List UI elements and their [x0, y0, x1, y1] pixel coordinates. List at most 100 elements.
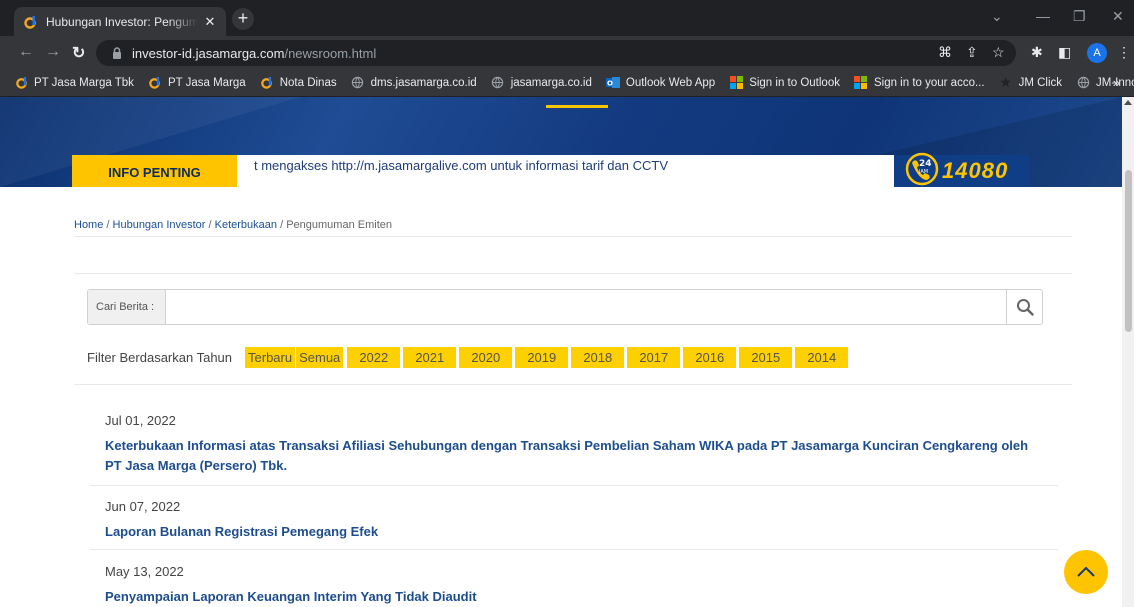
bookmarks-overflow-icon[interactable]: »	[1113, 75, 1120, 90]
filter-year[interactable]: 2019	[515, 347, 569, 368]
search-icon	[1016, 299, 1034, 316]
search-input[interactable]	[167, 290, 1007, 324]
forward-icon[interactable]: →	[45, 43, 61, 61]
news-date: Jul 01, 2022	[105, 413, 176, 428]
breadcrumb-disclosure[interactable]: Keterbukaan	[215, 219, 277, 231]
extensions-icon[interactable]: ✱	[1031, 44, 1043, 61]
news-search: Cari Berita :	[87, 289, 1043, 325]
translate-icon[interactable]: ⌘	[938, 44, 952, 61]
bookmark-item[interactable]: PT Jasa Marga Tbk	[14, 76, 134, 90]
tab-close-icon[interactable]: ✕	[202, 14, 218, 30]
reload-icon[interactable]: ↻	[72, 43, 85, 63]
filter-year[interactable]: 2016	[683, 347, 737, 368]
bookmark-item[interactable]: JM-Innov	[1076, 76, 1134, 90]
filter-year[interactable]: 2018	[571, 347, 625, 368]
bookmark-item[interactable]: ★ JM Click	[999, 74, 1063, 90]
tab-title: Hubungan Investor: Pengumuman	[46, 14, 198, 29]
year-filter: Filter Berdasarkan Tahun Terbaru Semua 2…	[87, 347, 851, 368]
breadcrumb-home[interactable]: Home	[74, 219, 103, 231]
bookmark-label: Nota Dinas	[279, 76, 337, 89]
divider	[74, 273, 1072, 274]
breadcrumb-current: Pengumuman Emiten	[286, 219, 392, 231]
bookmark-item[interactable]: O Outlook Web App	[605, 76, 716, 90]
bookmark-label: Sign in to your acco...	[873, 76, 985, 89]
restore-icon[interactable]: ❐	[1073, 8, 1086, 25]
bookmark-label: dms.jasamarga.co.id	[370, 76, 477, 89]
share-icon[interactable]: ⇪	[966, 44, 978, 61]
filter-year[interactable]: 2017	[627, 347, 681, 368]
side-panel-icon[interactable]: ◧	[1058, 44, 1071, 61]
filter-year[interactable]: 2015	[739, 347, 793, 368]
outlook-icon: O	[605, 76, 620, 90]
filter-latest[interactable]: Terbaru	[245, 347, 296, 368]
star-icon: ★	[999, 74, 1012, 90]
hotline-badge[interactable]: 24 JAM 14080	[894, 152, 1030, 187]
back-to-top-button[interactable]	[1064, 550, 1108, 594]
bookmark-label: PT Jasa Marga Tbk	[34, 76, 134, 89]
jasamarga-favicon-icon	[22, 14, 38, 30]
menu-kebab-icon[interactable]: ⋮	[1117, 44, 1131, 61]
page-viewport: INFO PENTING t mengakses http://m.jasama…	[0, 97, 1122, 607]
divider	[90, 485, 1058, 486]
bookmark-label: JM Click	[1018, 76, 1063, 89]
url-path: /newsroom.html	[284, 45, 377, 61]
filter-year[interactable]: 2020	[459, 347, 513, 368]
jasamarga-logo-icon	[148, 76, 162, 90]
news-title-link[interactable]: Laporan Bulanan Registrasi Pemegang Efek	[105, 522, 1045, 542]
bookmark-item[interactable]: Nota Dinas	[260, 76, 337, 90]
bookmark-item[interactable]: Sign in to Outlook	[729, 76, 840, 90]
chevron-up-icon	[1077, 566, 1095, 577]
url-host: investor-id.jasamarga.com	[132, 45, 285, 61]
jasamarga-logo-icon	[14, 76, 28, 90]
news-item: Jun 07, 2022 Laporan Bulanan Registrasi …	[105, 499, 1045, 542]
filter-all[interactable]: Semua	[296, 347, 344, 368]
info-marquee-text[interactable]: t mengakses http://m.jasamargalive.com u…	[254, 158, 668, 173]
microsoft-icon	[854, 76, 868, 90]
bookmark-label: Sign in to Outlook	[749, 76, 840, 89]
filter-year[interactable]: 2014	[795, 347, 849, 368]
filter-year[interactable]: 2022	[347, 347, 401, 368]
tab-search-icon[interactable]: ⌄	[991, 8, 1003, 25]
filter-year[interactable]: 2021	[403, 347, 457, 368]
globe-icon	[491, 76, 505, 90]
svg-text:JAM: JAM	[918, 169, 928, 175]
minimize-icon[interactable]: —	[1036, 8, 1050, 24]
news-title-link[interactable]: Penyampaian Laporan Keuangan Interim Yan…	[105, 587, 1045, 607]
back-icon[interactable]: ←	[18, 43, 34, 61]
svg-text:O: O	[607, 80, 613, 88]
bookmark-label: Outlook Web App	[625, 76, 716, 89]
news-date: Jun 07, 2022	[105, 499, 181, 514]
svg-text:24: 24	[919, 159, 932, 169]
filter-label: Filter Berdasarkan Tahun	[87, 350, 233, 365]
browser-tab[interactable]: Hubungan Investor: Pengumuman ✕	[14, 7, 226, 36]
bookmark-item[interactable]: dms.jasamarga.co.id	[351, 76, 477, 90]
hero-banner: INFO PENTING t mengakses http://m.jasama…	[0, 97, 1122, 187]
bookmark-star-icon[interactable]: ☆	[992, 44, 1005, 61]
search-button[interactable]	[1006, 290, 1042, 324]
phone-24h-icon: 24 JAM	[905, 152, 939, 186]
breadcrumb-investor[interactable]: Hubungan Investor	[113, 219, 206, 231]
bookmark-item[interactable]: PT Jasa Marga	[148, 76, 246, 90]
bookmark-item[interactable]: jasamarga.co.id	[491, 76, 592, 90]
news-title-link[interactable]: Keterbukaan Informasi atas Transaksi Afi…	[105, 436, 1045, 476]
news-item: May 13, 2022 Penyampaian Laporan Keuanga…	[105, 564, 1045, 607]
address-bar-row: ← → ↻ investor-id.jasamarga.com/newsroom…	[0, 36, 1134, 69]
divider	[74, 384, 1072, 385]
scrollbar-thumb[interactable]	[1125, 170, 1132, 332]
globe-icon	[1076, 76, 1090, 90]
window-close-icon[interactable]: ✕	[1112, 8, 1124, 25]
breadcrumb-separator: /	[205, 219, 215, 231]
info-ticker: INFO PENTING t mengakses http://m.jasama…	[72, 152, 1030, 187]
globe-icon	[351, 76, 365, 90]
new-tab-button[interactable]: +	[232, 8, 254, 30]
breadcrumb-separator: /	[277, 219, 287, 231]
profile-avatar[interactable]: A	[1087, 43, 1107, 63]
divider	[90, 549, 1058, 550]
nav-active-indicator	[546, 105, 608, 108]
scroll-up-arrow-icon[interactable]	[1124, 100, 1132, 105]
url-field[interactable]: investor-id.jasamarga.com/newsroom.html	[96, 40, 1016, 66]
bookmark-item[interactable]: Sign in to your acco...	[854, 76, 985, 90]
search-label: Cari Berita :	[88, 290, 166, 324]
browser-tab-strip: Hubungan Investor: Pengumuman ✕ + ⌄ — ❐ …	[0, 0, 1134, 36]
lock-icon	[113, 47, 121, 59]
